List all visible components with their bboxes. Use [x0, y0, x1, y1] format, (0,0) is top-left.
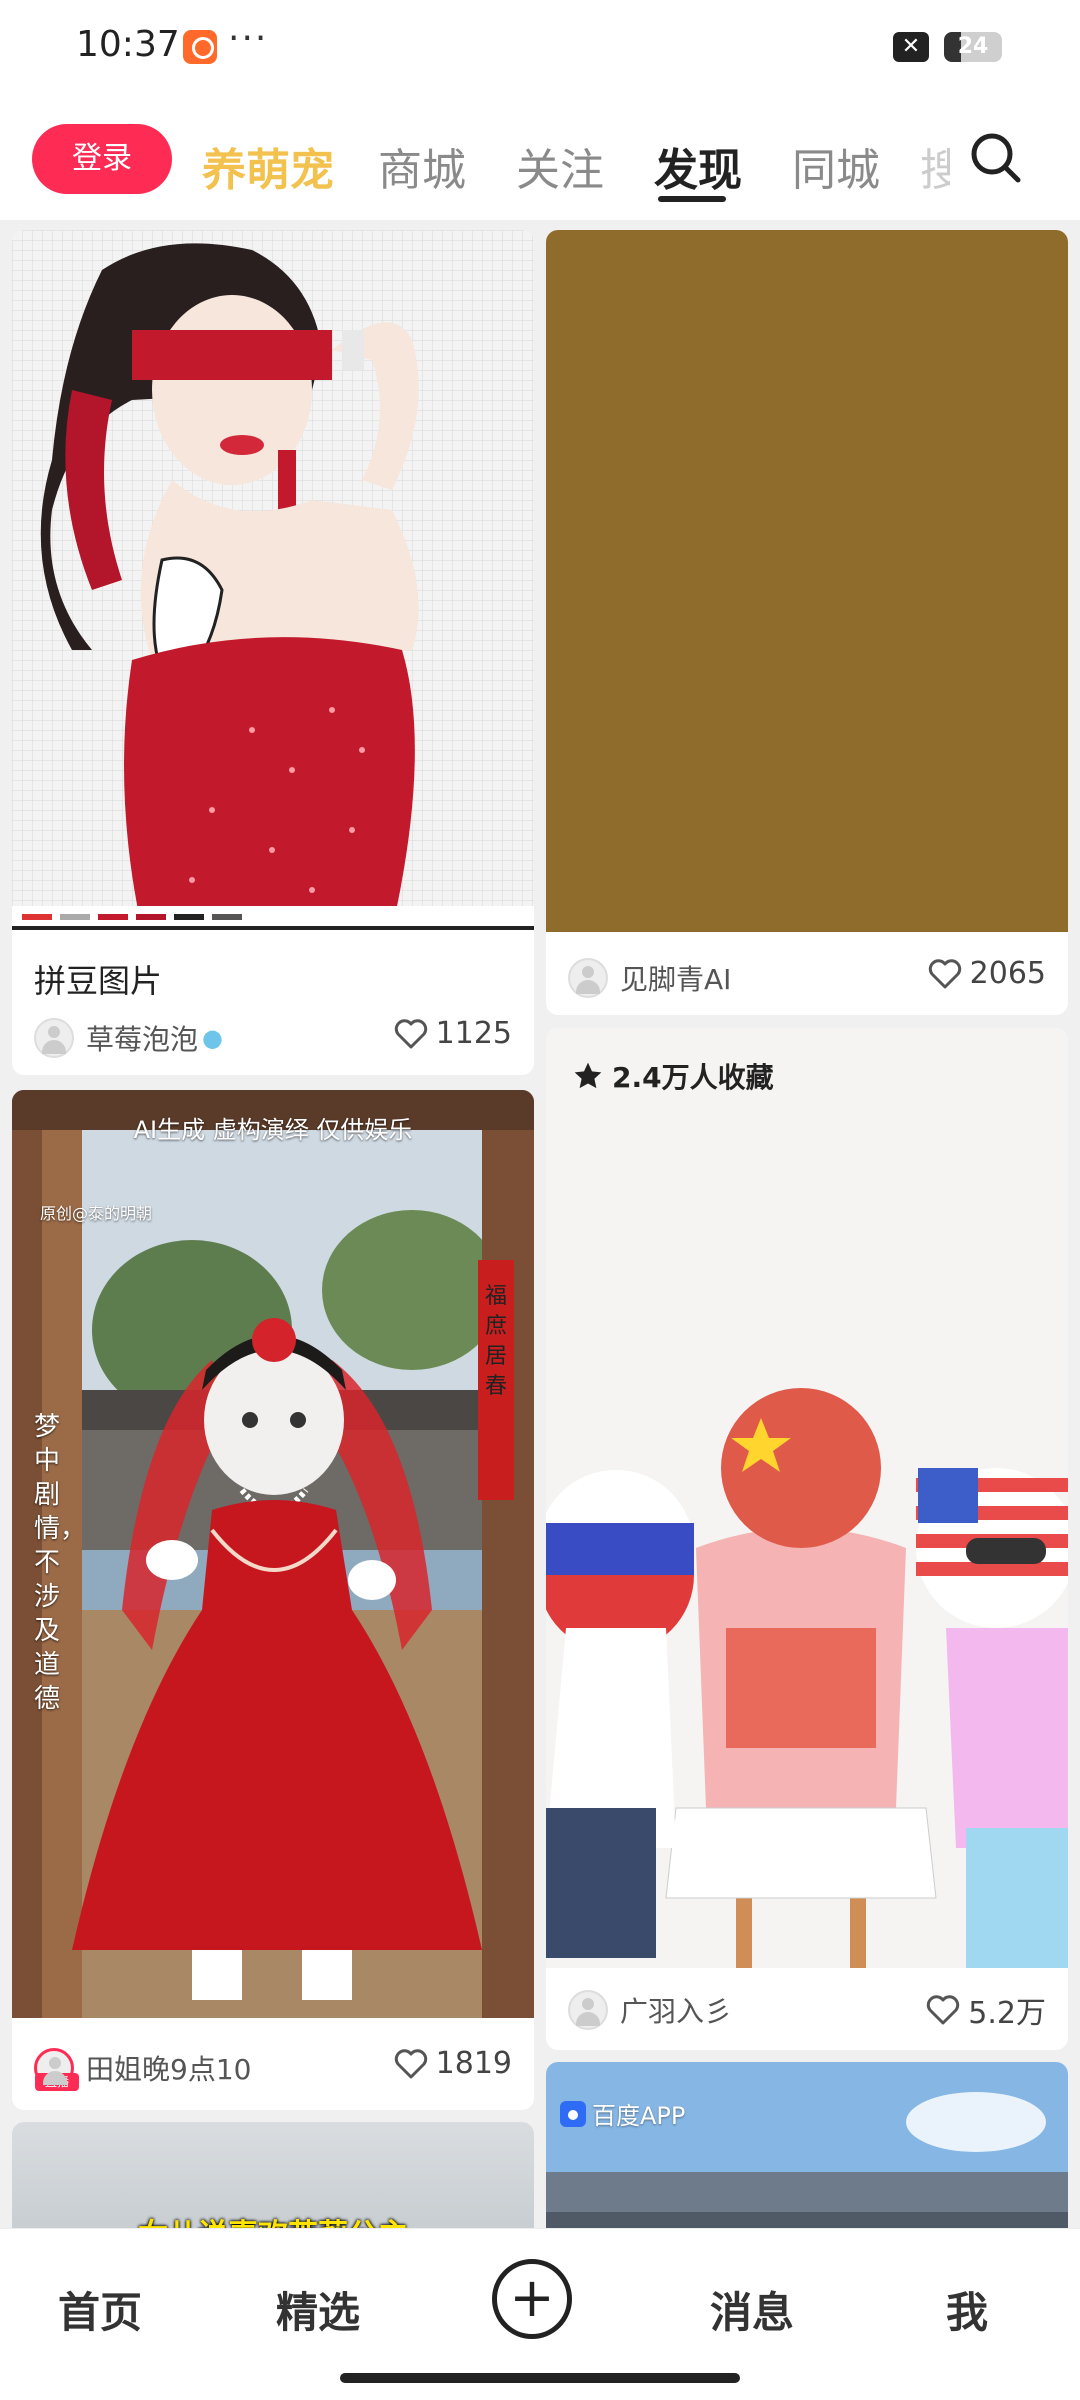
more-notifications-icon: ···	[228, 18, 269, 59]
status-time: 10:37	[76, 24, 180, 65]
like-count: 1125	[435, 1016, 512, 1051]
app-root: 10:37 ··· ✕ 24 登录 养萌宠 商城 关注 发现 同城 搜 拼豆图片…	[0, 0, 1080, 2400]
like-button[interactable]: 2065	[928, 956, 1046, 991]
author-name: 草莓泡泡	[86, 1023, 199, 1056]
favorites-badge: 2.4万人收藏	[572, 1056, 774, 1096]
feed-card-countryballs[interactable]: 2.4万人收藏 广羽入彡 5.2万	[546, 1028, 1068, 2050]
card-image	[546, 230, 1068, 932]
like-count: 1819	[435, 2046, 512, 2081]
home-indicator[interactable]	[340, 2373, 740, 2383]
watermark: 原创@泰的明朝	[40, 1204, 153, 1223]
discover-feed[interactable]: 拼豆图片 草莓泡泡 ● 1125 见脚青AI 2065 AI生成 虚构演绎 仅供…	[0, 220, 1080, 2322]
card-image	[12, 230, 534, 930]
card-author[interactable]: 直播 田姐晚9点10	[34, 2048, 252, 2091]
card-title: 拼豆图片	[34, 962, 163, 1000]
favorites-count: 2.4万人收藏	[612, 1061, 774, 1094]
status-bar: 10:37 ··· ✕ 24	[0, 0, 1080, 100]
like-button[interactable]: 5.2万	[926, 1988, 1046, 2032]
login-button[interactable]: 登录	[32, 124, 172, 194]
avatar: 直播	[34, 2048, 79, 2091]
nav-me[interactable]: 我	[946, 2279, 988, 2340]
tab-discover[interactable]: 发现	[654, 134, 742, 198]
tab-mall[interactable]: 商城	[378, 134, 466, 198]
feed-card-brown[interactable]: 见脚青AI 2065	[546, 230, 1068, 1015]
couplet-scroll: 福庶居春	[478, 1260, 514, 1500]
brand-name: 百度APP	[592, 2102, 686, 2130]
card-image: 2.4万人收藏	[546, 1028, 1068, 1968]
card-author[interactable]: 见脚青AI	[568, 958, 731, 998]
battery-level: 24	[957, 34, 989, 59]
bottom-nav: 首页 精选 + 消息 我	[0, 2228, 1080, 2400]
create-button[interactable]: +	[492, 2259, 572, 2339]
active-tab-indicator	[658, 196, 726, 202]
battery-indicator: 24	[944, 32, 1002, 62]
author-name: 田姐晚9点10	[86, 2053, 252, 2086]
heart-icon	[394, 1018, 427, 1048]
app-notification-icon	[183, 30, 217, 64]
tab-following[interactable]: 关注	[516, 134, 604, 198]
ai-disclaimer: AI生成 虚构演绎 仅供娱乐	[133, 1116, 413, 1144]
feed-card-bead-art[interactable]: 拼豆图片 草莓泡泡 ● 1125	[12, 230, 534, 1075]
close-icon: ✕	[893, 32, 929, 62]
avatar	[568, 958, 608, 998]
top-tab-bar: 登录 养萌宠 商城 关注 发现 同城 搜	[0, 100, 1080, 220]
tab-pets[interactable]: 养萌宠	[202, 134, 334, 198]
live-badge: 直播	[35, 2073, 79, 2091]
like-button[interactable]: 1819	[394, 2046, 512, 2081]
nav-messages[interactable]: 消息	[710, 2279, 794, 2340]
author-name: 广羽入彡	[620, 1995, 733, 2028]
tab-nearby[interactable]: 同城	[792, 134, 880, 198]
like-count: 5.2万	[968, 1996, 1046, 2031]
bubble-icon: ●	[202, 1024, 223, 1052]
heart-icon	[394, 2048, 427, 2078]
brand-watermark: 百度APP	[560, 2096, 685, 2131]
feed-card-cat-bride[interactable]: AI生成 虚构演绎 仅供娱乐 原创@泰的明朝 梦中剧情，不涉及道德 福庶居春 直…	[12, 1090, 534, 2110]
card-author[interactable]: 广羽入彡	[568, 1990, 732, 2030]
star-icon	[574, 1062, 602, 1089]
like-count: 2065	[969, 956, 1046, 991]
tab-overflow[interactable]: 搜	[920, 134, 950, 198]
card-image: AI生成 虚构演绎 仅供娱乐 原创@泰的明朝 梦中剧情，不涉及道德 福庶居春	[12, 1090, 534, 2018]
like-button[interactable]: 1125	[394, 1016, 512, 1051]
search-icon[interactable]	[966, 128, 1026, 188]
nav-featured[interactable]: 精选	[276, 2279, 360, 2340]
avatar	[568, 1990, 608, 2030]
heart-icon	[927, 1995, 960, 2025]
author-name: 见脚青AI	[620, 963, 732, 996]
nav-home[interactable]: 首页	[58, 2279, 142, 2340]
paw-icon	[560, 2100, 586, 2127]
avatar	[34, 1018, 74, 1058]
heart-icon	[928, 958, 961, 988]
card-author[interactable]: 草莓泡泡 ●	[34, 1018, 223, 1058]
vertical-disclaimer: 梦中剧情，不涉及道德	[34, 1412, 87, 1714]
